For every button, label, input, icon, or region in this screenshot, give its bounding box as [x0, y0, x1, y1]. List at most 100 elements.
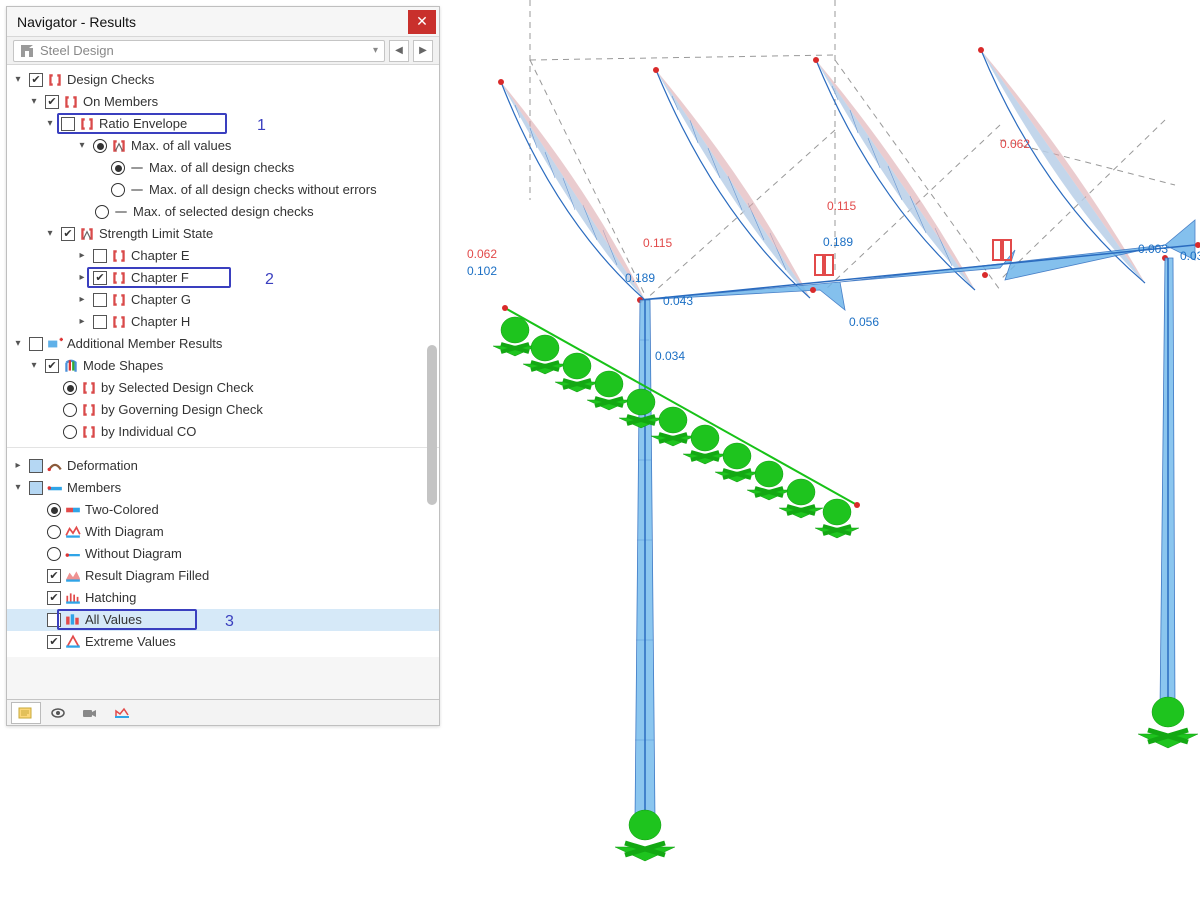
close-button[interactable]: ✕: [408, 10, 436, 34]
collapse-icon[interactable]: ▸: [75, 271, 89, 285]
tree-item-on-members[interactable]: ▾ ✔ On Members: [7, 91, 439, 113]
checkbox[interactable]: [93, 293, 107, 307]
tree-label: by Selected Design Check: [101, 377, 253, 398]
checkbox[interactable]: [29, 481, 43, 495]
prev-button[interactable]: ◀: [389, 40, 409, 62]
checkbox[interactable]: [47, 613, 61, 627]
tree-label: Chapter G: [131, 289, 191, 310]
checkbox[interactable]: [93, 249, 107, 263]
tree-item-result-filled[interactable]: ✔ Result Diagram Filled: [7, 565, 439, 587]
checkbox[interactable]: ✔: [93, 271, 107, 285]
checkbox[interactable]: [61, 117, 75, 131]
radio[interactable]: [63, 425, 77, 439]
tree-item-members[interactable]: ▾ Members: [7, 477, 439, 499]
checkbox[interactable]: ✔: [47, 591, 61, 605]
model-viewport[interactable]: 0.062 0.102 0.115 0.189 0.115 0.189 0.06…: [445, 0, 1200, 900]
radio[interactable]: [47, 525, 61, 539]
collapse-icon[interactable]: ▸: [75, 293, 89, 307]
bracket-icon: [111, 249, 127, 263]
radio[interactable]: [63, 403, 77, 417]
tree-item-chapter-g[interactable]: ▸ Chapter G: [7, 289, 439, 311]
checkbox[interactable]: ✔: [61, 227, 75, 241]
expand-icon[interactable]: ▾: [11, 73, 25, 87]
module-combo-row: Steel Design ▾ ◀ ▶: [7, 37, 439, 65]
tree-item-without-diagram[interactable]: Without Diagram: [7, 543, 439, 565]
radio[interactable]: [111, 161, 125, 175]
deformation-icon: [47, 459, 63, 473]
tree-item-two-colored[interactable]: Two-Colored: [7, 499, 439, 521]
tab-camera-icon[interactable]: [75, 702, 105, 724]
expand-icon[interactable]: ▾: [11, 337, 25, 351]
checkbox[interactable]: ✔: [45, 95, 59, 109]
radio[interactable]: [111, 183, 125, 197]
tree-item-by-governing[interactable]: by Governing Design Check: [7, 399, 439, 421]
expand-icon[interactable]: ▾: [27, 95, 41, 109]
tree-item-mode-shapes[interactable]: ▾ ✔ Mode Shapes: [7, 355, 439, 377]
tree-item-all-values[interactable]: All Values 3: [7, 609, 439, 631]
tree-item-max-all-checks[interactable]: Max. of all design checks: [7, 157, 439, 179]
two-color-icon: [65, 503, 81, 517]
bracket-icon: [111, 271, 127, 285]
next-button[interactable]: ▶: [413, 40, 433, 62]
tree-label: Max. of all design checks without errors: [149, 179, 377, 200]
checkbox[interactable]: ✔: [45, 359, 59, 373]
tree-item-max-selected[interactable]: Max. of selected design checks: [7, 201, 439, 223]
expand-icon[interactable]: ▾: [43, 227, 57, 241]
tab-eye-icon[interactable]: [43, 702, 73, 724]
navigator-tree[interactable]: ▾ ✔ Design Checks ▾ ✔ On Members ▾ Ratio…: [7, 65, 439, 657]
extreme-icon: [65, 635, 81, 649]
bracket-icon: [111, 315, 127, 329]
tree-label: Deformation: [67, 455, 138, 476]
expand-icon[interactable]: ▾: [43, 117, 57, 131]
expand-icon[interactable]: ▾: [75, 139, 89, 153]
tree-label: With Diagram: [85, 521, 164, 542]
tree-item-max-all-values[interactable]: ▾ Max. of all values: [7, 135, 439, 157]
collapse-icon[interactable]: ▸: [11, 459, 25, 473]
checkbox[interactable]: [29, 337, 43, 351]
bracket-icon: [81, 381, 97, 395]
tree-label: Hatching: [85, 587, 136, 608]
chevron-down-icon: ▾: [373, 45, 378, 56]
module-combo[interactable]: Steel Design ▾: [13, 40, 385, 62]
checkbox[interactable]: [29, 459, 43, 473]
tree-item-chapter-e[interactable]: ▸ Chapter E: [7, 245, 439, 267]
expand-icon[interactable]: ▾: [11, 481, 25, 495]
checkbox[interactable]: [93, 315, 107, 329]
tree-item-hatching[interactable]: ✔ Hatching: [7, 587, 439, 609]
tree-item-extreme-values[interactable]: ✔ Extreme Values: [7, 631, 439, 653]
bracket-icon: [81, 403, 97, 417]
tree-item-ratio-envelope[interactable]: ▾ Ratio Envelope 1: [7, 113, 439, 135]
scrollbar-thumb[interactable]: [427, 345, 437, 505]
tree-item-chapter-h[interactable]: ▸ Chapter H: [7, 311, 439, 333]
tree-item-max-no-errors[interactable]: Max. of all design checks without errors: [7, 179, 439, 201]
radio[interactable]: [95, 205, 109, 219]
expand-icon[interactable]: ▾: [27, 359, 41, 373]
tree-item-strength-limit[interactable]: ▾ ✔ Strength Limit State: [7, 223, 439, 245]
tree-item-with-diagram[interactable]: With Diagram: [7, 521, 439, 543]
radio[interactable]: [93, 139, 107, 153]
tree-item-chapter-f[interactable]: ▸ ✔ Chapter F 2: [7, 267, 439, 289]
checkbox[interactable]: ✔: [29, 73, 43, 87]
tree-item-by-individual[interactable]: by Individual CO: [7, 421, 439, 443]
checkbox[interactable]: ✔: [47, 569, 61, 583]
tree-item-additional-member[interactable]: ▾ Additional Member Results: [7, 333, 439, 355]
tree-label: Ratio Envelope: [99, 113, 187, 134]
tree-label: Chapter F: [131, 267, 189, 288]
radio[interactable]: [47, 547, 61, 561]
tab-results-icon[interactable]: [107, 702, 137, 724]
no-diagram-icon: [65, 547, 81, 561]
checkbox[interactable]: ✔: [47, 635, 61, 649]
tab-data-icon[interactable]: [11, 702, 41, 724]
tree-item-design-checks[interactable]: ▾ ✔ Design Checks: [7, 69, 439, 91]
all-values-icon: [65, 613, 81, 627]
tree-item-by-selected[interactable]: by Selected Design Check: [7, 377, 439, 399]
tree-item-deformation[interactable]: ▸ Deformation: [7, 455, 439, 477]
tree-label: Chapter E: [131, 245, 190, 266]
radio[interactable]: [63, 381, 77, 395]
collapse-icon[interactable]: ▸: [75, 249, 89, 263]
mode-shapes-icon: [63, 359, 79, 373]
tree-label: Mode Shapes: [83, 355, 163, 376]
radio[interactable]: [47, 503, 61, 517]
collapse-icon[interactable]: ▸: [75, 315, 89, 329]
filled-icon: [65, 569, 81, 583]
